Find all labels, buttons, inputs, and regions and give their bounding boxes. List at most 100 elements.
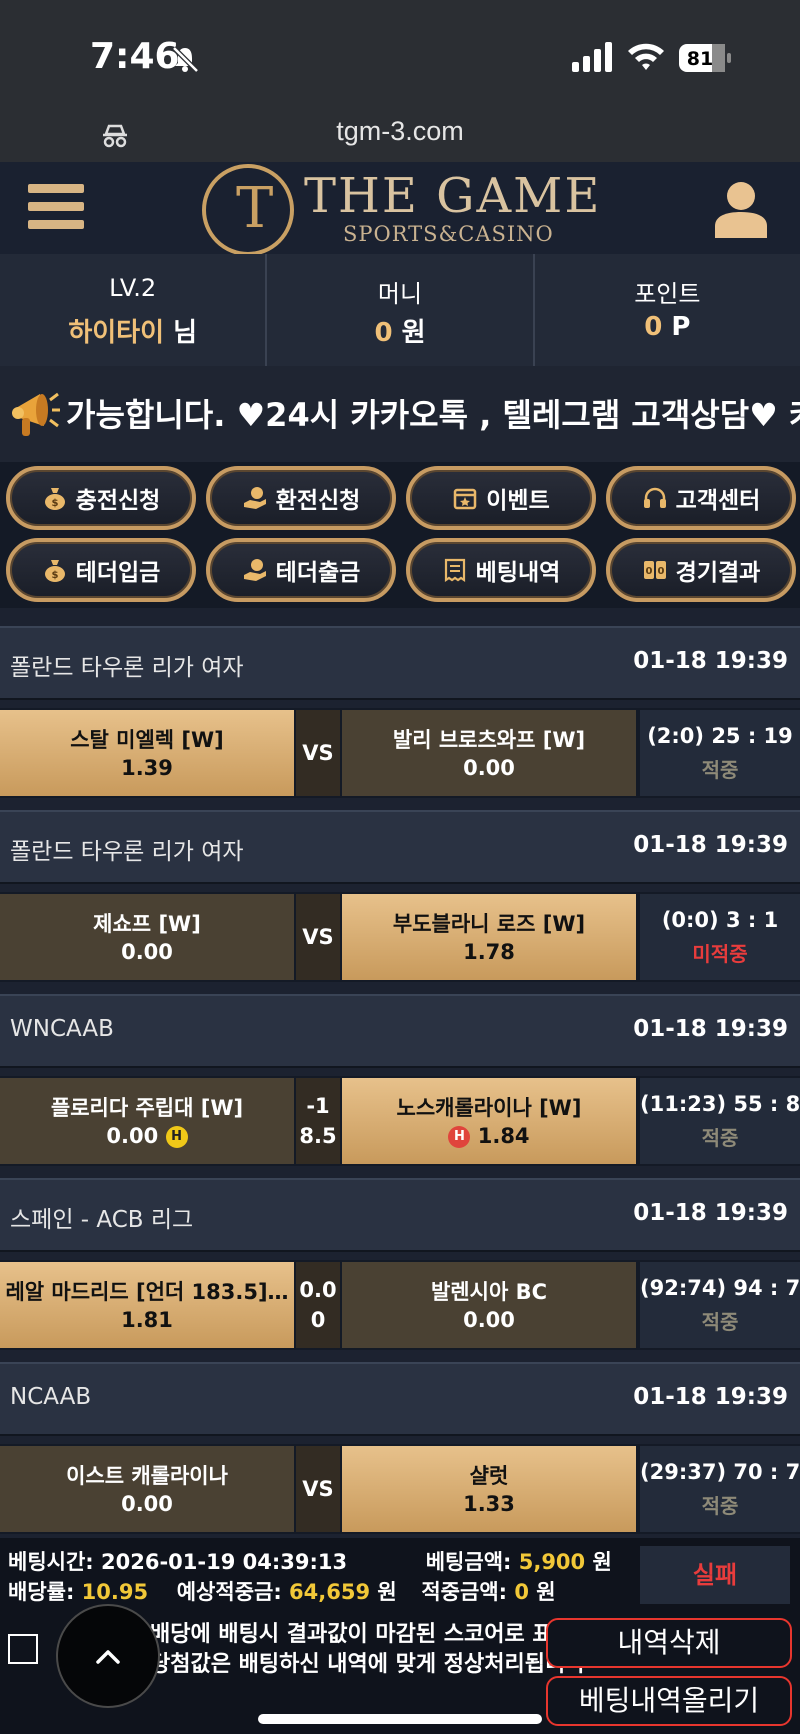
- result-status: 적중: [701, 1126, 739, 1150]
- match-date: 01-18 19:39: [633, 1016, 788, 1042]
- menu-button-bet-history[interactable]: 베팅내역: [406, 538, 596, 602]
- win-amount-unit: 원: [536, 1580, 556, 1604]
- league-header: WNCAAB 01-18 19:39: [0, 994, 800, 1068]
- away-odds: 1.78: [463, 940, 515, 964]
- logo-subtitle: SPORTS&CASINO: [343, 222, 554, 246]
- user-level: LV.2: [109, 274, 157, 302]
- user-profile-icon[interactable]: [712, 178, 770, 238]
- match-separator: VS: [296, 1446, 340, 1532]
- league-name: 폴란드 타우론 리가 여자: [10, 839, 244, 865]
- home-team-name: 이스트 캐롤라이나: [66, 1464, 228, 1488]
- home-team-pick[interactable]: 이스트 캐롤라이나 0.00: [0, 1446, 294, 1532]
- handicap-text: 0.00: [299, 1278, 337, 1332]
- menu-button-results[interactable]: 00 경기결과: [606, 538, 796, 602]
- match-row: 제쇼프 [W] 0.00 VS 부도블라니 로즈 [W] 1.78 (0:0) …: [0, 892, 800, 982]
- upload-history-button[interactable]: 베팅내역올리기: [546, 1676, 792, 1726]
- away-team-pick[interactable]: 발렌시아 BC 0.00: [342, 1262, 636, 1348]
- home-indicator: [258, 1714, 542, 1724]
- match-row: 플로리다 주립대 [W] 0.00 H -18.5 노스캐롤라이나 [W] H …: [0, 1076, 800, 1166]
- bet-summary: 베팅시간: 2026-01-19 04:39:13 베팅금액: 5,900 원 …: [0, 1538, 800, 1610]
- league-header: 폴란드 타우론 리가 여자 01-18 19:39: [0, 626, 800, 700]
- home-odds: 0.00: [106, 1124, 159, 1148]
- home-team-pick[interactable]: 레알 마드리드 [언더 183.5]… 1.81: [0, 1262, 294, 1348]
- menu-button-support[interactable]: 고객센터: [606, 466, 796, 530]
- league-header: NCAAB 01-18 19:39: [0, 1362, 800, 1436]
- user-name: 하이타이: [68, 318, 165, 348]
- handicap-badge-icon: H: [165, 1126, 188, 1148]
- bet-amount-unit: 원: [592, 1550, 612, 1574]
- menu-hamburger-icon[interactable]: [28, 184, 84, 234]
- away-team-pick[interactable]: 발리 브로츠와프 [W] 0.00: [342, 710, 636, 796]
- menu-label: 이벤트: [486, 488, 550, 514]
- bet-amount: 5,900: [518, 1550, 586, 1574]
- menu-button-withdraw[interactable]: 환전신청: [206, 466, 396, 530]
- point-value: 0: [644, 312, 663, 342]
- away-odds: 1.84: [477, 1124, 530, 1148]
- home-team-pick[interactable]: 스탈 미엘렉 [W] 1.39: [0, 710, 294, 796]
- site-logo[interactable]: T THE GAME SPORTS&CASINO: [200, 162, 620, 256]
- away-team-pick[interactable]: 샬럿 1.33: [342, 1446, 636, 1532]
- home-team-name: 스탈 미엘렉 [W]: [70, 728, 224, 752]
- menu-button-event[interactable]: 이벤트: [406, 466, 596, 530]
- menu-label: 테더입금: [75, 560, 161, 586]
- money-bag-icon: $: [44, 488, 65, 510]
- home-odds: 0.00: [121, 1492, 173, 1516]
- win-amount-label: 적중금액:: [421, 1580, 508, 1604]
- menu-button-deposit[interactable]: $ 충전신청: [6, 466, 196, 530]
- point-unit: P: [671, 312, 691, 342]
- money-section[interactable]: 머니 0 원: [267, 254, 535, 366]
- league-name: 폴란드 타우론 리가 여자: [10, 655, 244, 681]
- svg-text:$: $: [51, 498, 58, 509]
- bet-amount-label: 베팅금액:: [425, 1550, 512, 1574]
- home-team-name: 플로리다 주립대 [W]: [50, 1096, 244, 1120]
- away-team-pick[interactable]: 부도블라니 로즈 [W] 1.78: [342, 894, 636, 980]
- select-checkbox[interactable]: [8, 1634, 38, 1664]
- match-separator: VS: [296, 710, 340, 796]
- browser-url-bar[interactable]: tgm-3.com: [0, 110, 800, 162]
- match-date: 01-18 19:39: [633, 1200, 788, 1226]
- away-team-name: 노스캐롤라이나 [W]: [396, 1096, 582, 1120]
- result-status: 적중: [701, 1310, 739, 1334]
- notice-line-1: 배당에 배팅시 결과값이 마감된 스코어로 표기: [150, 1622, 573, 1647]
- home-team-pick[interactable]: 제쇼프 [W] 0.00: [0, 894, 294, 980]
- footer-notice: 배당에 배팅시 결과값이 마감된 스코어로 표기 당첨값은 배팅하신 내역에 맞…: [150, 1620, 585, 1680]
- home-odds: 1.39: [121, 756, 173, 780]
- away-odds: 0.00: [463, 756, 515, 780]
- expected-win: 64,659: [289, 1580, 371, 1604]
- score-text: (2:0) 25 : 19: [647, 724, 793, 748]
- megaphone-icon: [12, 392, 60, 436]
- delete-history-button[interactable]: 내역삭제: [546, 1618, 792, 1668]
- marquee-text: 가능합니다. ♥24시 카카오톡 , 텔레그램 고객상담♥ 카카: [66, 396, 800, 434]
- menu-label: 충전신청: [75, 488, 161, 514]
- point-section[interactable]: 포인트 0 P: [535, 254, 800, 366]
- expected-win-unit: 원: [377, 1580, 397, 1604]
- status-bar: 7:46 81: [0, 0, 800, 110]
- result-status: 적중: [701, 1494, 739, 1518]
- bell-muted-icon: [172, 46, 199, 73]
- league-header: 스페인 - ACB 리그 01-18 19:39: [0, 1178, 800, 1252]
- match-date: 01-18 19:39: [633, 648, 788, 674]
- odds-label: 배당률:: [8, 1580, 75, 1604]
- menu-button-tether-deposit[interactable]: $ 테더입금: [6, 538, 196, 602]
- scroll-top-button[interactable]: [56, 1604, 160, 1708]
- match-row: 이스트 캐롤라이나 0.00 VS 샬럿 1.33 (29:37) 70 : 7…: [0, 1444, 800, 1534]
- site-header: T THE GAME SPORTS&CASINO: [0, 162, 800, 256]
- signal-icon: [572, 42, 612, 72]
- match-row: 스탈 미엘렉 [W] 1.39 VS 발리 브로츠와프 [W] 0.00 (2:…: [0, 708, 800, 798]
- result-status: 미적중: [692, 942, 748, 966]
- user-info-bar: LV.2 하이타이 님 머니 0 원 포인트 0 P: [0, 254, 800, 366]
- svg-text:0: 0: [645, 566, 652, 577]
- notice-marquee: 가능합니다. ♥24시 카카오톡 , 텔레그램 고객상담♥ 카카: [0, 366, 800, 462]
- match-score: (92:74) 94 : 79 적중: [640, 1262, 800, 1348]
- league-header: 폴란드 타우론 리가 여자 01-18 19:39: [0, 810, 800, 884]
- away-team-pick[interactable]: 노스캐롤라이나 [W] H 1.84: [342, 1078, 636, 1164]
- money-label: 머니: [377, 280, 423, 308]
- league-name: 스페인 - ACB 리그: [10, 1207, 194, 1233]
- result-status: 적중: [701, 758, 739, 782]
- match-separator: VS: [296, 894, 340, 980]
- url-text[interactable]: tgm-3.com: [0, 116, 800, 147]
- bet-time: 2026-01-19 04:39:13: [101, 1550, 348, 1574]
- home-team-pick[interactable]: 플로리다 주립대 [W] 0.00 H: [0, 1078, 294, 1164]
- scoreboard-icon: 00: [643, 561, 666, 579]
- menu-button-tether-withdraw[interactable]: 테더출금: [206, 538, 396, 602]
